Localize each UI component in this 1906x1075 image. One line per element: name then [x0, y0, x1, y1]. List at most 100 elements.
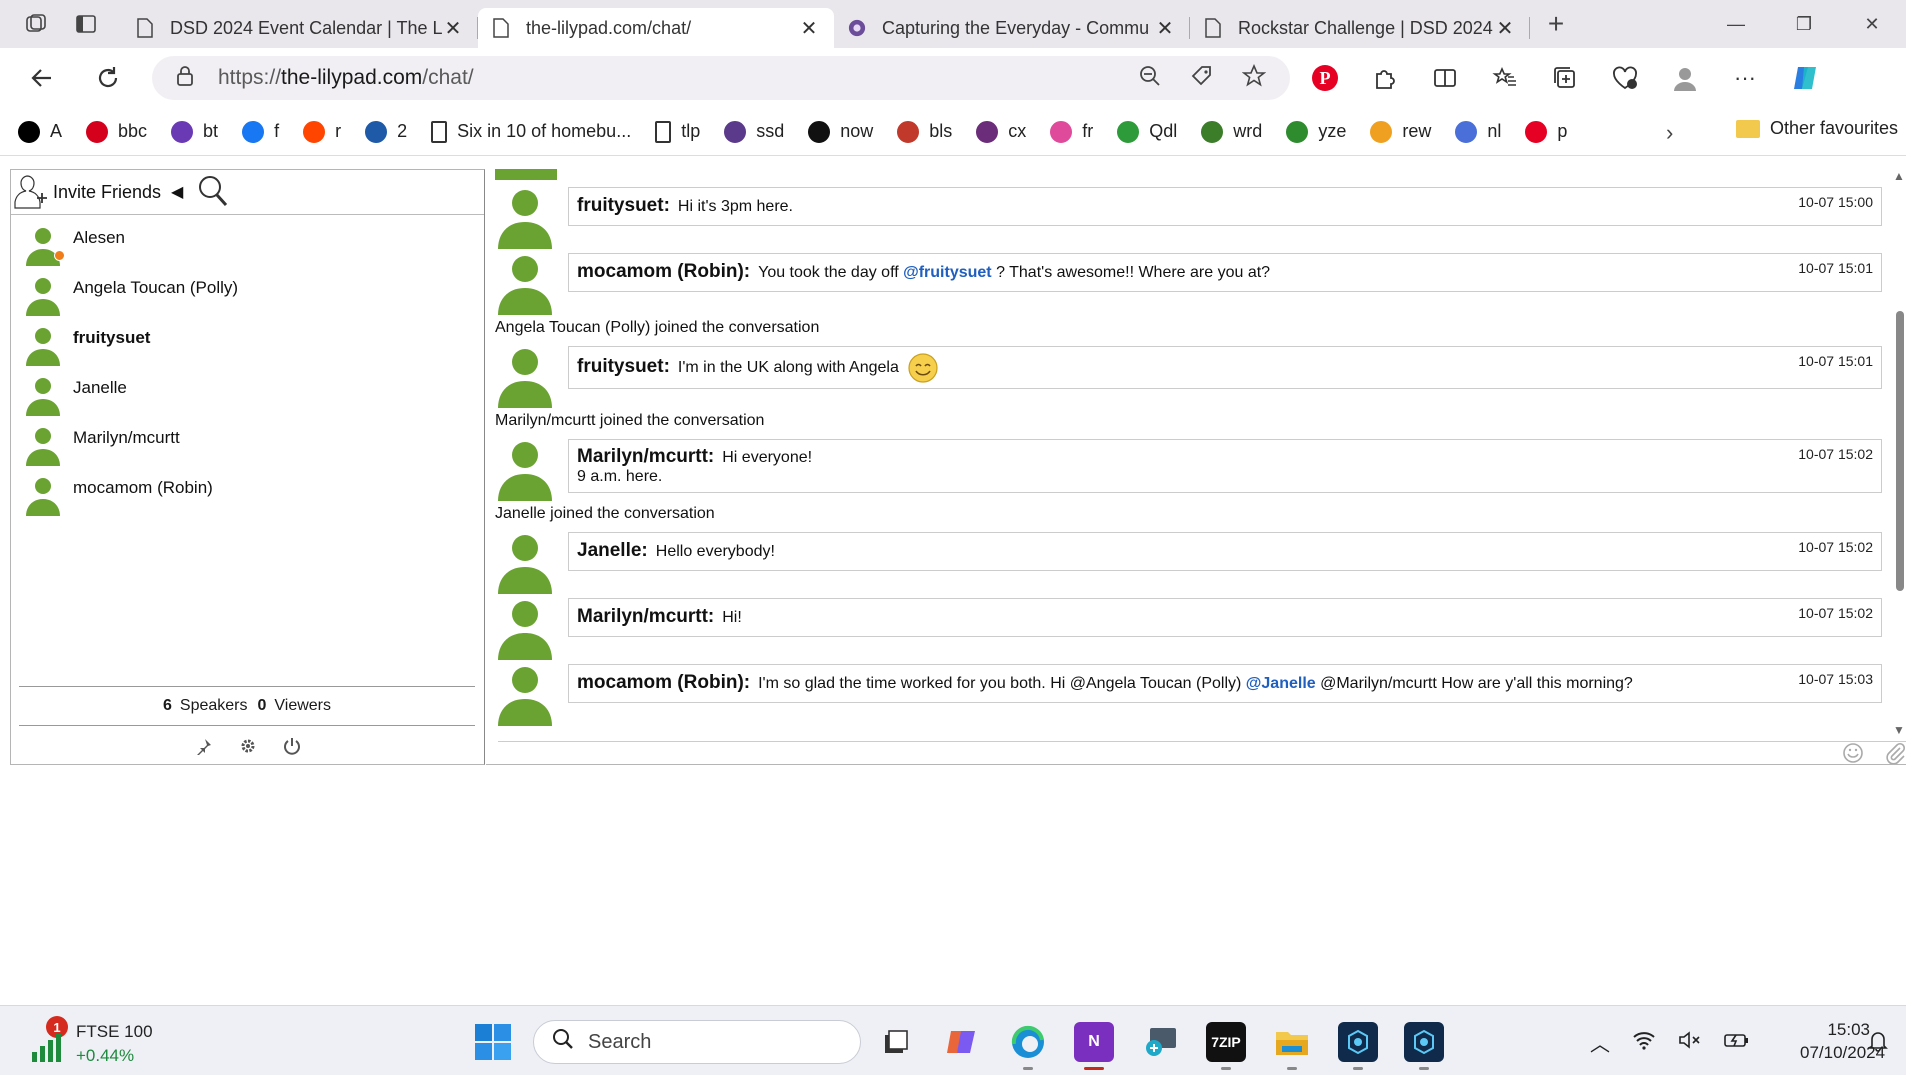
- task-view-icon[interactable]: [876, 1022, 916, 1062]
- bookmark-item[interactable]: rew: [1370, 120, 1431, 143]
- bookmark-item[interactable]: ssd: [724, 120, 784, 143]
- magnifier-app-icon[interactable]: [1140, 1022, 1180, 1062]
- message-input[interactable]: [498, 741, 1906, 765]
- bookmark-item[interactable]: A: [18, 120, 62, 143]
- bookmark-item[interactable]: tlp: [655, 120, 700, 143]
- collapse-arrow-icon[interactable]: ◀: [171, 182, 183, 202]
- copilot-icon[interactable]: [1790, 63, 1820, 93]
- tab-actions-icon[interactable]: [72, 10, 100, 38]
- collections-icon[interactable]: [1550, 63, 1580, 93]
- workspaces-icon[interactable]: [22, 10, 50, 38]
- bookmark-item[interactable]: wrd: [1201, 120, 1262, 143]
- volume-muted-icon[interactable]: [1678, 1030, 1702, 1056]
- invite-user-icon[interactable]: [13, 172, 51, 212]
- bookmark-item[interactable]: fr: [1050, 120, 1093, 143]
- window-close-icon[interactable]: ✕: [1838, 0, 1906, 48]
- taskbar-search[interactable]: Search: [533, 1020, 861, 1064]
- tab-lilypad-chat[interactable]: the-lilypad.com/chat/ ✕: [478, 8, 834, 48]
- bookmark-item[interactable]: 2: [365, 120, 407, 143]
- tab-bar: DSD 2024 Event Calendar | The Lil ✕ the-…: [0, 0, 1906, 48]
- scrollbar-thumb[interactable]: [1896, 311, 1904, 591]
- bookmark-item[interactable]: now: [808, 120, 873, 143]
- close-icon[interactable]: ✕: [1154, 16, 1176, 41]
- message-text: ? That's awesome!! Where are you at?: [991, 264, 1271, 281]
- bookmark-item[interactable]: bls: [897, 120, 952, 143]
- message-sender[interactable]: fruitysuet:: [577, 195, 670, 216]
- notification-bell-icon[interactable]: [1868, 1030, 1888, 1058]
- app-settings-icon-2[interactable]: [1404, 1022, 1444, 1070]
- onenote-icon[interactable]: N: [1074, 1022, 1114, 1070]
- tab-rockstar-challenge[interactable]: Rockstar Challenge | DSD 2024 | T ✕: [1190, 8, 1530, 48]
- coupon-tag-icon[interactable]: [1190, 64, 1214, 93]
- battery-icon[interactable]: [1724, 1030, 1750, 1056]
- wifi-icon[interactable]: [1632, 1030, 1656, 1056]
- bookmark-item[interactable]: bt: [171, 120, 218, 143]
- message-sender[interactable]: Janelle:: [577, 540, 648, 561]
- user-list-item[interactable]: Janelle: [11, 366, 484, 416]
- bookmark-item[interactable]: nl: [1455, 120, 1501, 143]
- scroll-down-icon[interactable]: ▼: [1893, 723, 1905, 737]
- edge-browser-icon[interactable]: [1008, 1022, 1048, 1070]
- chevron-right-icon[interactable]: ›: [1666, 120, 1673, 146]
- user-list-item[interactable]: Angela Toucan (Polly): [11, 266, 484, 316]
- file-explorer-icon[interactable]: [1272, 1022, 1312, 1070]
- restore-icon[interactable]: ❐: [1770, 0, 1838, 48]
- message-sender[interactable]: fruitysuet:: [577, 356, 670, 377]
- more-options-icon[interactable]: ···: [1730, 63, 1760, 93]
- bookmark-item[interactable]: Qdl: [1117, 120, 1177, 143]
- message-sender[interactable]: mocamom (Robin):: [577, 672, 750, 693]
- user-list-item[interactable]: Marilyn/mcurtt: [11, 416, 484, 466]
- bookmark-item[interactable]: Six in 10 of homebu...: [431, 120, 631, 143]
- tab-dsd-calendar[interactable]: DSD 2024 Event Calendar | The Lil ✕: [122, 8, 478, 48]
- close-icon[interactable]: ✕: [798, 16, 820, 41]
- 7zip-icon[interactable]: 7ZIP: [1206, 1022, 1246, 1070]
- invite-friends-link[interactable]: Invite Friends: [53, 182, 161, 203]
- bookmark-item[interactable]: r: [303, 120, 341, 143]
- favorite-star-icon[interactable]: [1241, 63, 1267, 93]
- mention-link[interactable]: @fruitysuet: [903, 264, 992, 281]
- stock-widget[interactable]: 1 FTSE 100 +0.44%: [26, 1016, 166, 1066]
- lock-icon[interactable]: [176, 65, 196, 92]
- other-favourites-folder[interactable]: Other favourites: [1736, 118, 1898, 139]
- minimize-icon[interactable]: —: [1702, 0, 1770, 48]
- power-icon[interactable]: [283, 737, 301, 760]
- emoji-icon[interactable]: [1842, 742, 1864, 770]
- scroll-up-icon[interactable]: ▲: [1893, 169, 1905, 183]
- split-screen-icon[interactable]: [1430, 63, 1460, 93]
- chat-scrollbar[interactable]: ▲ ▼: [1892, 169, 1906, 737]
- tab-capturing-everyday[interactable]: Capturing the Everyday - Commu ✕: [834, 8, 1190, 48]
- user-list-item[interactable]: Alesen: [11, 216, 484, 266]
- chevron-up-icon[interactable]: ︿: [1590, 1028, 1610, 1057]
- new-tab-button[interactable]: +: [1536, 4, 1576, 44]
- user-list-item[interactable]: fruitysuet: [11, 316, 484, 366]
- url-field[interactable]: https://the-lilypad.com/chat/: [152, 56, 1290, 100]
- pin-icon[interactable]: [195, 737, 213, 760]
- settings-gear-icon[interactable]: [239, 737, 257, 760]
- app-settings-icon[interactable]: [1338, 1022, 1378, 1070]
- refresh-icon[interactable]: [86, 56, 130, 100]
- back-icon[interactable]: [20, 56, 64, 100]
- search-icon[interactable]: [197, 174, 229, 208]
- bookmark-item[interactable]: yze: [1286, 120, 1346, 143]
- user-list-item[interactable]: mocamom (Robin): [11, 466, 484, 516]
- close-icon[interactable]: ✕: [442, 16, 464, 41]
- bookmark-item[interactable]: p: [1525, 120, 1567, 143]
- message-sender[interactable]: Marilyn/mcurtt:: [577, 446, 714, 467]
- message-sender[interactable]: Marilyn/mcurtt:: [577, 606, 714, 627]
- bookmark-item[interactable]: cx: [976, 120, 1026, 143]
- attachment-icon[interactable]: [1884, 742, 1906, 770]
- windows-start-icon[interactable]: [474, 1023, 512, 1061]
- copilot-taskbar-icon[interactable]: [942, 1022, 982, 1062]
- message-sender[interactable]: mocamom (Robin):: [577, 261, 750, 282]
- bookmark-item[interactable]: f: [242, 120, 279, 143]
- bookmark-item[interactable]: bbc: [86, 120, 147, 143]
- zoom-out-icon[interactable]: [1138, 64, 1162, 93]
- close-icon[interactable]: ✕: [1494, 16, 1516, 41]
- clock[interactable]: 15:03 07/10/2024: [1800, 1018, 1885, 1064]
- favorites-icon[interactable]: [1490, 63, 1520, 93]
- mention-link[interactable]: @Janelle: [1246, 675, 1316, 692]
- profile-avatar-icon[interactable]: [1670, 63, 1700, 93]
- pinterest-icon[interactable]: P: [1310, 63, 1340, 93]
- extensions-icon[interactable]: [1370, 63, 1400, 93]
- browser-essentials-icon[interactable]: [1610, 63, 1640, 93]
